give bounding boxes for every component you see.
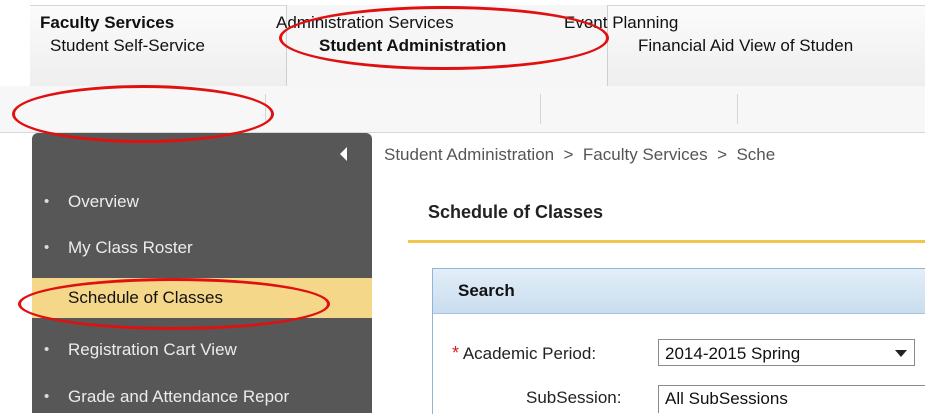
subsession-label: SubSession:	[526, 388, 622, 407]
academic-period-value: 2014-2015 Spring	[665, 344, 801, 363]
page-title-bar: Schedule of Classes	[408, 198, 925, 243]
sidebar-item-label: Grade and Attendance Repor	[68, 387, 290, 406]
subsession-field[interactable]: All SubSessions	[658, 385, 925, 413]
subnav-administration-services[interactable]: Administration Services	[276, 0, 454, 46]
subnav-divider	[540, 94, 541, 124]
page-title: Schedule of Classes	[428, 202, 604, 222]
search-panel-header[interactable]: Search	[433, 269, 925, 314]
sidebar-item-label: Registration Cart View	[68, 340, 237, 359]
required-marker: *	[452, 343, 460, 363]
academic-period-label-text: Academic Period:	[462, 344, 597, 363]
subnav-event-planning[interactable]: Event Planning	[564, 0, 678, 46]
sidebar-item-grade-and-attendance[interactable]: • Grade and Attendance Repor	[32, 377, 372, 417]
sidebar-item-registration-cart-view[interactable]: • Registration Cart View	[32, 330, 372, 370]
subnav-faculty-services[interactable]: Faculty Services	[40, 0, 174, 46]
sidebar-item-label: Schedule of Classes	[68, 288, 223, 307]
bullet-icon: •	[44, 289, 50, 306]
search-header-label: Search	[458, 281, 515, 300]
subsession-value: All SubSessions	[665, 389, 788, 408]
academic-period-label: * Academic Period:	[452, 343, 596, 364]
chevron-down-icon	[895, 350, 907, 357]
subnav-divider	[737, 94, 738, 124]
bullet-icon: •	[44, 193, 50, 210]
subnav-divider	[265, 94, 266, 124]
bullet-icon: •	[44, 388, 50, 405]
sidebar-item-overview[interactable]: • Overview	[32, 182, 372, 222]
sidebar-item-label: My Class Roster	[68, 238, 193, 257]
sidebar-panel	[32, 133, 372, 413]
bullet-icon: •	[44, 341, 50, 358]
breadcrumb[interactable]: Student Administration > Faculty Service…	[384, 135, 775, 175]
sidebar-item-label: Overview	[68, 192, 139, 211]
sidebar-item-schedule-of-classes[interactable]: • Schedule of Classes	[32, 278, 372, 318]
collapse-left-icon[interactable]	[340, 147, 347, 161]
academic-period-select[interactable]: 2014-2015 Spring	[658, 339, 915, 366]
sub-navigation-bar	[0, 86, 925, 133]
bullet-icon: •	[44, 239, 50, 256]
sidebar-item-my-class-roster[interactable]: • My Class Roster	[32, 228, 372, 268]
